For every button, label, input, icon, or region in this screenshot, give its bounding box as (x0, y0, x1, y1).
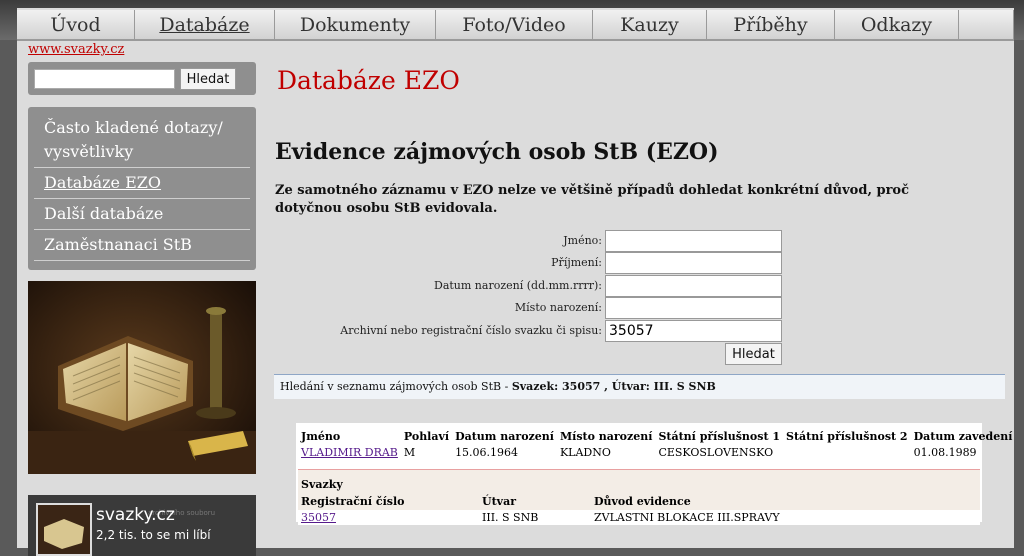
datum-narozeni-input[interactable] (605, 275, 782, 297)
cell-statni-prislusnost-1: CESKOSLOVENSKO (658, 446, 774, 459)
sidebar-item-dalsi-databaze[interactable]: Další databáze (34, 199, 250, 230)
archivni-cislo-label: Archivní nebo registrační číslo svazku č… (340, 324, 602, 337)
svazek-link[interactable]: 35057 (301, 511, 336, 524)
jmeno-input[interactable] (605, 230, 782, 252)
cell-pohlavi: M (403, 446, 416, 459)
facebook-page-name[interactable]: svazky.cz (96, 505, 175, 525)
form-row-misto-narozeni: Místo narození: (17, 297, 1014, 319)
prijmeni-input[interactable] (605, 252, 782, 274)
col-misto-narozeni: Místo narození (559, 430, 653, 443)
col-pohlavi: Pohlaví (403, 430, 450, 443)
col-statni-prislusnost-2: Státní příslušnost 2 (786, 430, 908, 443)
form-row-prijmeni: Příjmení: (17, 252, 1014, 274)
sidebar-item-faq[interactable]: Často kladené dotazy/ vysvětlivky (34, 113, 250, 168)
cell-statni-prislusnost-2 (785, 446, 913, 459)
main-heading: Evidence zájmových osob StB (EZO) (275, 139, 719, 165)
page-container: Úvod Databáze Dokumenty Foto/Video Kauzy… (17, 8, 1014, 556)
sidebar-item-databaze-ezo[interactable]: Databáze EZO (34, 168, 250, 199)
form-row-archivni-cislo: Archivní nebo registrační číslo svazku č… (17, 320, 1014, 342)
site-search-input[interactable] (34, 69, 175, 89)
result-summary-query: Svazek: 35057 , Útvar: III. S SNB (511, 380, 716, 393)
prijmeni-label: Příjmení: (551, 256, 602, 269)
nav-item-foto-video[interactable]: Foto/Video (436, 10, 593, 41)
main-navigation: Úvod Databáze Dokumenty Foto/Video Kauzy… (17, 10, 1014, 41)
person-results: Jméno Pohlaví Datum narození Místo naroz… (298, 425, 1012, 470)
person-results-table: Jméno Pohlaví Datum narození Místo naroz… (300, 428, 1017, 459)
facebook-page-thumbnail (36, 503, 92, 556)
svazky-cell-utvar: III. S SNB (482, 511, 539, 524)
facebook-likes-count: 2,2 tis. to se mi líbí (96, 528, 211, 542)
col-datum-narozeni: Datum narození (455, 430, 554, 443)
cell-datum-narozeni: 15.06.1964 (455, 446, 519, 459)
jmeno-label: Jméno: (563, 234, 602, 247)
search-result-summary: Hledání v seznamu zájmových osob StB - S… (274, 374, 1005, 399)
results-panel: Jméno Pohlaví Datum narození Místo naroz… (296, 423, 1012, 525)
svazky-cell-duvod-evidence: ZVLASTNI BLOKACE III.SPRAVY (594, 511, 780, 524)
col-datum-zavedeni: Datum zavedení (913, 430, 1013, 443)
site-home-link[interactable]: www.svazky.cz (28, 42, 124, 57)
person-link[interactable]: VLADIMIR DRAB (301, 446, 398, 459)
facebook-widget[interactable]: archivního souboru svazky.cz 2,2 tis. to… (28, 495, 256, 556)
svazky-col-utvar: Útvar (482, 495, 516, 508)
svazky-title: Svazky (301, 478, 343, 491)
nav-item-databaze[interactable]: Databáze (135, 10, 275, 41)
misto-narozeni-input[interactable] (605, 297, 782, 319)
ezo-search-button[interactable]: Hledat (725, 343, 782, 365)
site-search-button[interactable]: Hledat (180, 68, 236, 90)
nav-item-uvod[interactable]: Úvod (17, 10, 135, 41)
nav-item-extra[interactable] (959, 10, 1014, 41)
ezo-notice: Ze samotného záznamu v EZO nelze ve větš… (275, 183, 910, 216)
nav-item-odkazy[interactable]: Odkazy (835, 10, 959, 41)
svazky-col-duvod-evidence: Důvod evidence (594, 495, 691, 508)
table-row: 35057 III. S SNB ZVLASTNI BLOKACE III.SP… (298, 510, 980, 525)
result-summary-prefix: Hledání v seznamu zájmových osob StB - (280, 380, 512, 393)
misto-narozeni-label: Místo narození: (514, 301, 602, 314)
col-jmeno: Jméno (301, 430, 341, 443)
nav-item-kauzy[interactable]: Kauzy (593, 10, 707, 41)
page-title: Databáze EZO (277, 66, 460, 95)
col-statni-prislusnost-1: Státní příslušnost 1 (658, 430, 781, 443)
datum-narozeni-label: Datum narození (dd.mm.rrrr): (434, 279, 602, 292)
nav-item-pribehy[interactable]: Příběhy (707, 10, 835, 41)
nav-item-dokumenty[interactable]: Dokumenty (275, 10, 436, 41)
cell-misto-narozeni: KLADNO (559, 446, 611, 459)
svazky-cell-registracni-cislo: 35057 (301, 511, 336, 524)
table-row: VLADIMIR DRAB M 15.06.1964 KLADNO CESKOS… (300, 446, 1017, 459)
site-search-box: Hledat (28, 62, 256, 95)
archivni-cislo-input[interactable] (605, 320, 782, 342)
cell-datum-zavedeni: 01.08.1989 (913, 446, 977, 459)
svazky-col-registracni-cislo: Registrační číslo (301, 495, 405, 508)
person-results-header: Jméno Pohlaví Datum narození Místo naroz… (300, 428, 1017, 446)
form-row-jmeno: Jméno: (17, 230, 1014, 252)
form-row-datum-narozeni: Datum narození (dd.mm.rrrr): (17, 275, 1014, 297)
cell-jmeno: VLADIMIR DRAB (300, 446, 403, 459)
